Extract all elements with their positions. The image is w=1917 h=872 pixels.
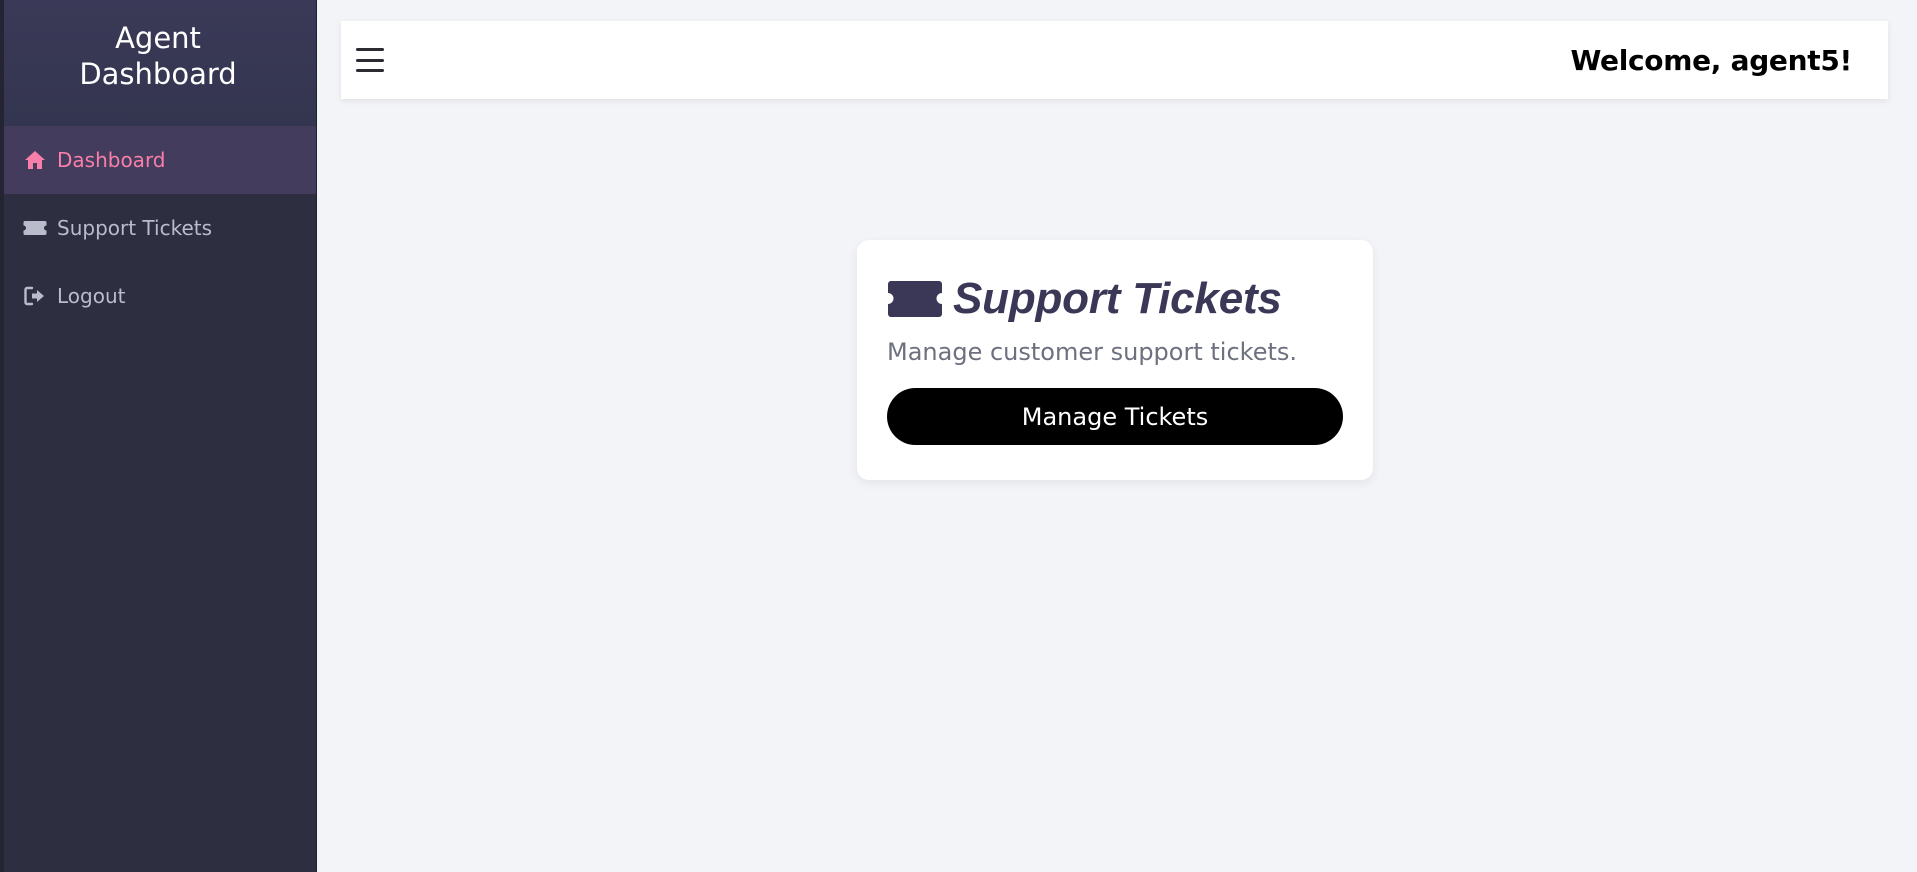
card-title-text: Support Tickets	[953, 274, 1282, 323]
sidebar-item-logout[interactable]: Logout	[0, 262, 316, 330]
sidebar-item-support-tickets[interactable]: Support Tickets	[0, 194, 316, 262]
sidebar: Agent Dashboard Dashboard Support Ticket	[0, 0, 317, 872]
app-window: Agent Dashboard Dashboard Support Ticket	[0, 0, 1917, 872]
logout-icon	[22, 286, 48, 306]
brand-line-2: Dashboard	[79, 57, 237, 91]
sidebar-item-label: Logout	[57, 284, 126, 308]
main-content: Welcome, agent5! Support Tickets Manage …	[317, 0, 1917, 872]
welcome-message: Welcome, agent5!	[1570, 43, 1852, 77]
ticket-icon	[22, 218, 48, 238]
manage-tickets-button[interactable]: Manage Tickets	[887, 388, 1343, 445]
support-tickets-card: Support Tickets Manage customer support …	[857, 240, 1373, 480]
sidebar-brand: Agent Dashboard	[0, 0, 316, 126]
card-title: Support Tickets	[887, 274, 1343, 324]
top-bar: Welcome, agent5!	[341, 21, 1888, 99]
sidebar-item-label: Support Tickets	[57, 216, 213, 240]
card-description: Manage customer support tickets.	[887, 338, 1298, 366]
brand-line-1: Agent	[115, 21, 201, 55]
sidebar-item-label: Dashboard	[57, 148, 166, 172]
sidebar-nav: Dashboard Support Tickets Logout	[0, 126, 316, 330]
window-edge	[0, 0, 4, 872]
sidebar-item-dashboard[interactable]: Dashboard	[0, 126, 316, 194]
hamburger-icon[interactable]	[356, 48, 384, 72]
home-icon	[22, 150, 48, 170]
ticket-icon	[887, 280, 943, 318]
